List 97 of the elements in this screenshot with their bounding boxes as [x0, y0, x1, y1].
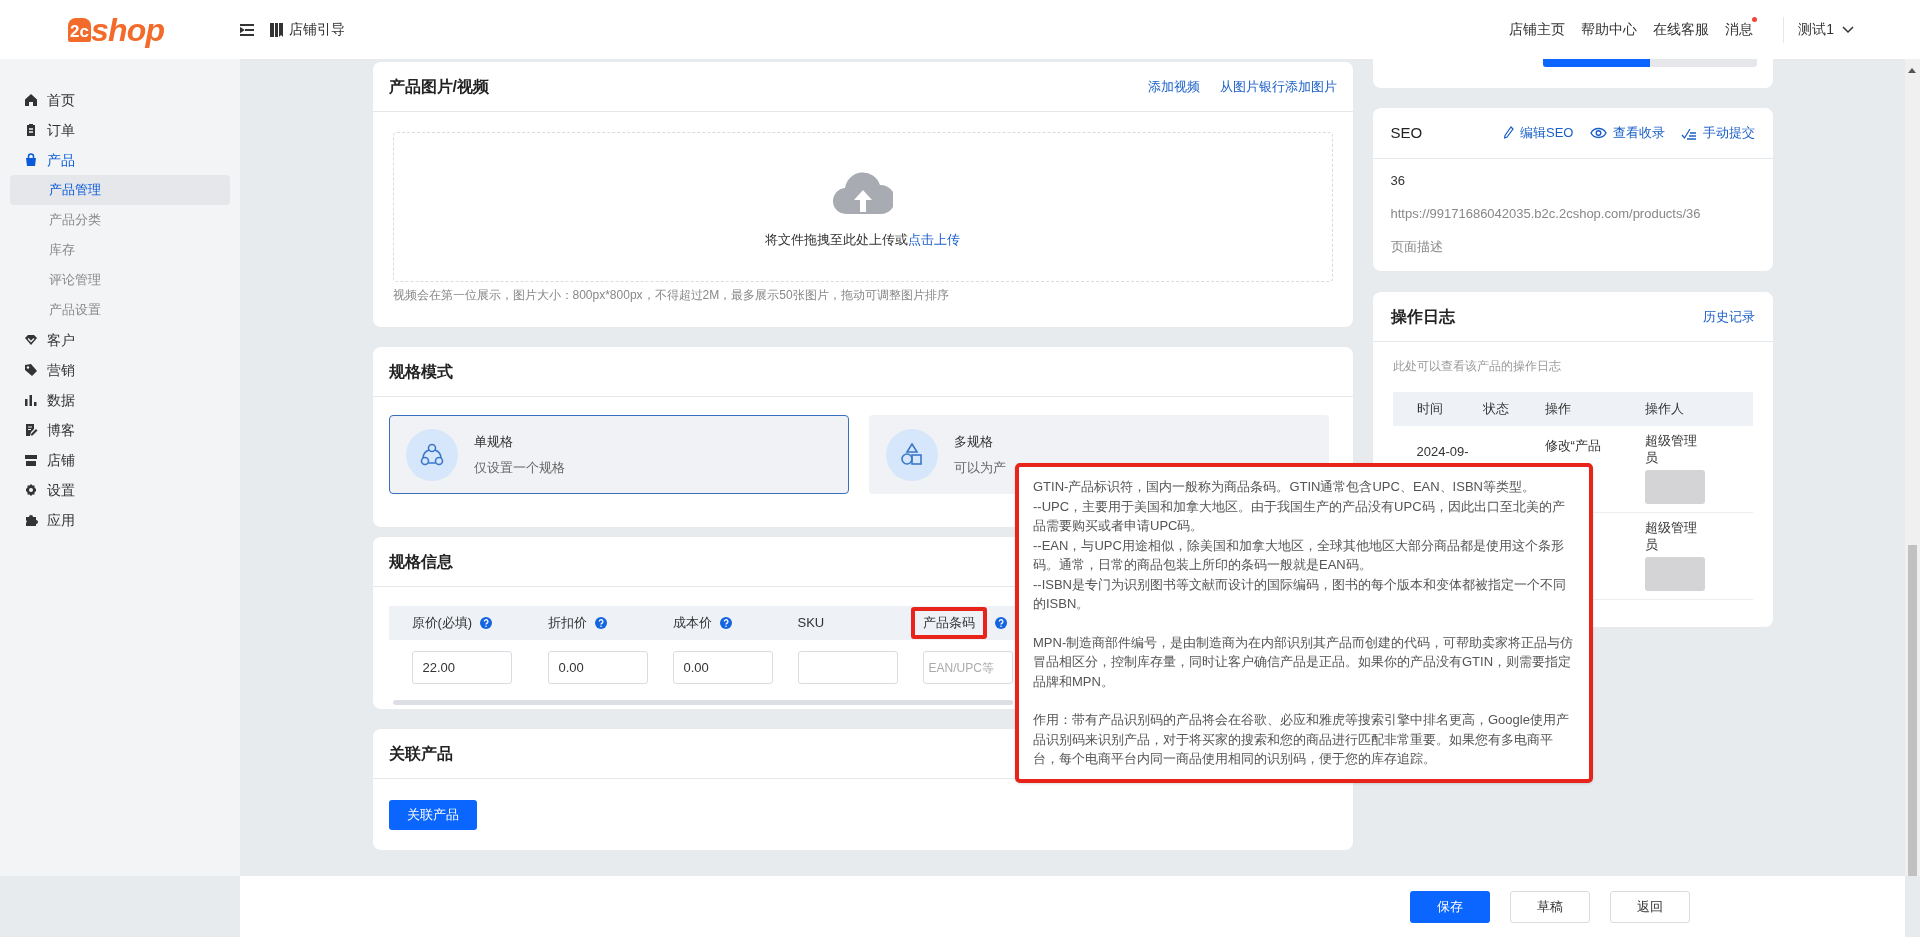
footer-button[interactable]: 保存: [1410, 890, 1490, 923]
option-description: 可以为产: [953, 458, 1006, 477]
option-title: 单规格: [473, 433, 514, 451]
log-cell-text: 超级管理员: [1644, 432, 1698, 466]
shopping-bag-icon: [24, 153, 38, 167]
header-link[interactable]: 帮助中心: [1581, 19, 1638, 40]
bar-chart-icon: [24, 393, 38, 407]
column-header: 操作人: [1644, 400, 1685, 419]
card-title: 操作日志: [1390, 306, 1455, 327]
sidebar-item[interactable]: 营销: [10, 355, 230, 385]
tag-icon: [24, 363, 38, 377]
price-input[interactable]: 0.00: [672, 651, 773, 684]
log-description: 此处可以查看该产品的操作日志: [1391, 358, 1562, 375]
tooltip-text: --UPC，主要用于美国和加拿大地区。由于我国生产的产品没有UPC码，因此出口至北美的产品需要购买或者申请UPC码。: [1033, 497, 1566, 535]
menu-icon[interactable]: [240, 23, 254, 36]
upload-link[interactable]: 点击上传: [908, 232, 960, 248]
settings-icon: [24, 483, 38, 497]
scrollbar[interactable]: [1905, 59, 1920, 876]
action-link[interactable]: 添加视频: [1147, 76, 1200, 97]
sidebar-item[interactable]: 首页: [10, 85, 230, 115]
log-cell-text: 修改“产品: [1544, 437, 1602, 455]
log-cell-text: 超级管理员: [1644, 519, 1698, 553]
tooltip-text: --EAN，与UPC用途相似，除美国和加拿大地区，全球其他地区大部分商品都是使用这个条形码。通常，日常的商品包装上所印的条码一般就是EAN码。: [1033, 536, 1565, 574]
help-icon[interactable]: [480, 617, 493, 629]
user-menu[interactable]: 测试1: [1798, 19, 1854, 40]
card-title: 产品图片/视频: [388, 76, 489, 97]
seo-handle: 36: [1390, 172, 1406, 190]
sidebar-subitem[interactable]: 产品管理: [10, 175, 230, 205]
card-title: 规格模式: [388, 361, 453, 382]
column-header: 状态: [1482, 400, 1510, 419]
blurred-block: [1644, 557, 1705, 591]
price-input[interactable]: EAN/UPC等: [922, 651, 1013, 684]
footer-button[interactable]: 草稿: [1510, 890, 1590, 923]
seo-action-link[interactable]: 编辑SEO: [1504, 123, 1574, 143]
column-header: 时间: [1415, 400, 1444, 419]
dropzone-text: 将文件拖拽至此处上传或点击上传: [765, 231, 960, 250]
logo: 2cshop: [68, 13, 165, 46]
sidebar-item[interactable]: 订单: [10, 115, 230, 145]
hint-text: 视频会在第一位展示，图片大小：800px*800px，不得超过2M，最多展示50张图片，拖动可调整图片排序: [392, 287, 950, 304]
blurred-block: [1644, 470, 1705, 504]
sidebar-item[interactable]: 应用: [10, 505, 230, 535]
eye-icon: [1589, 127, 1607, 139]
card-title: 规格信息: [388, 551, 453, 572]
edit-note-icon: [24, 423, 38, 437]
help-icon[interactable]: [719, 617, 732, 629]
seo-action-link[interactable]: 手动提交: [1680, 123, 1755, 143]
column-header: 折扣价: [547, 614, 587, 633]
book-icon: [270, 22, 283, 37]
pencil-icon: [1504, 126, 1515, 140]
header-link[interactable]: 在线客服: [1653, 19, 1710, 40]
header-link[interactable]: 消息: [1725, 19, 1754, 40]
cloud-upload-icon: [832, 170, 893, 217]
related-products-button[interactable]: 关联产品: [388, 800, 477, 830]
scroll-up-icon[interactable]: [1908, 68, 1916, 73]
sidebar-item[interactable]: 店铺: [10, 445, 230, 475]
sidebar-item[interactable]: 设置: [10, 475, 230, 505]
column-header: 原价(必填): [411, 614, 473, 633]
log-cell-text: 2024-09-: [1416, 443, 1470, 461]
price-input[interactable]: [797, 651, 898, 684]
column-header: 成本价: [672, 614, 712, 633]
tooltip-text: --ISBN是专门为识别图书等文献而设计的国际编码，图书的每个版本和变体都被指定一个不同的ISBN。: [1033, 575, 1567, 613]
spec-option[interactable]: 单规格 仅设置一个规格: [388, 415, 849, 494]
tooltip-text: MPN-制造商部件编号，是由制造商为在内部识别其产品而创建的代码，可帮助卖家将正品与仿冒品相区分，控制库存量，同时让客户确信产品是正品。如果你的产品没有GTIN，则需要指定品牌和MPN。: [1033, 633, 1575, 691]
diamond-icon: [24, 333, 38, 347]
puzzle-icon: [24, 513, 38, 527]
column-header: SKU: [797, 614, 825, 633]
seo-description: 页面描述: [1390, 238, 1444, 256]
seo-action-link[interactable]: 查看收录: [1589, 123, 1665, 143]
price-input[interactable]: 0.00: [547, 651, 648, 684]
help-icon[interactable]: [594, 617, 607, 629]
sidebar-item[interactable]: 产品: [10, 145, 230, 175]
upload-dropzone[interactable]: 将文件拖拽至此处上传或点击上传: [392, 132, 1333, 282]
tooltip-text: 作用：带有产品识别码的产品将会在谷歌、必应和雅虎等搜索引擎中排名更高，Google使用产品识别码来识别产品，对于将买家的搜索和您的商品进行匹配非常重要。如果您有多电商平台，每个电商平台内同一商品使用相同的识别码，便于您的库存追踪。: [1033, 711, 1570, 768]
clipboard-icon: [24, 123, 38, 137]
chevron-down-icon: [1842, 25, 1854, 34]
home-icon: [24, 93, 38, 107]
history-link[interactable]: 历史记录: [1702, 306, 1755, 327]
option-title: 多规格: [953, 433, 994, 451]
horizontal-scrollbar[interactable]: [392, 700, 1013, 705]
seo-url: https://99171686042035.b2c.2cshop.com/products/36: [1390, 205, 1702, 223]
header-link[interactable]: 店铺主页: [1509, 19, 1566, 40]
option-description: 仅设置一个规格: [473, 458, 565, 477]
footer-button[interactable]: 返回: [1610, 890, 1690, 923]
sidebar-item[interactable]: 博客: [10, 415, 230, 445]
sidebar-item[interactable]: 客户: [10, 325, 230, 355]
card-title: SEO: [1390, 122, 1423, 143]
guide-link[interactable]: 店铺引导: [270, 19, 345, 40]
action-link[interactable]: 从图片银行添加图片: [1219, 76, 1337, 97]
price-input[interactable]: 22.00: [411, 651, 512, 684]
store-icon: [24, 453, 38, 467]
scrollbar-thumb[interactable]: [1908, 545, 1917, 876]
column-header: 操作: [1544, 400, 1572, 419]
column-header: 产品条码: [910, 607, 987, 639]
card-title: 关联产品: [388, 743, 453, 764]
sidebar-item[interactable]: 数据: [10, 385, 230, 415]
help-icon[interactable]: [994, 617, 1007, 629]
check-list-icon: [1680, 126, 1697, 140]
